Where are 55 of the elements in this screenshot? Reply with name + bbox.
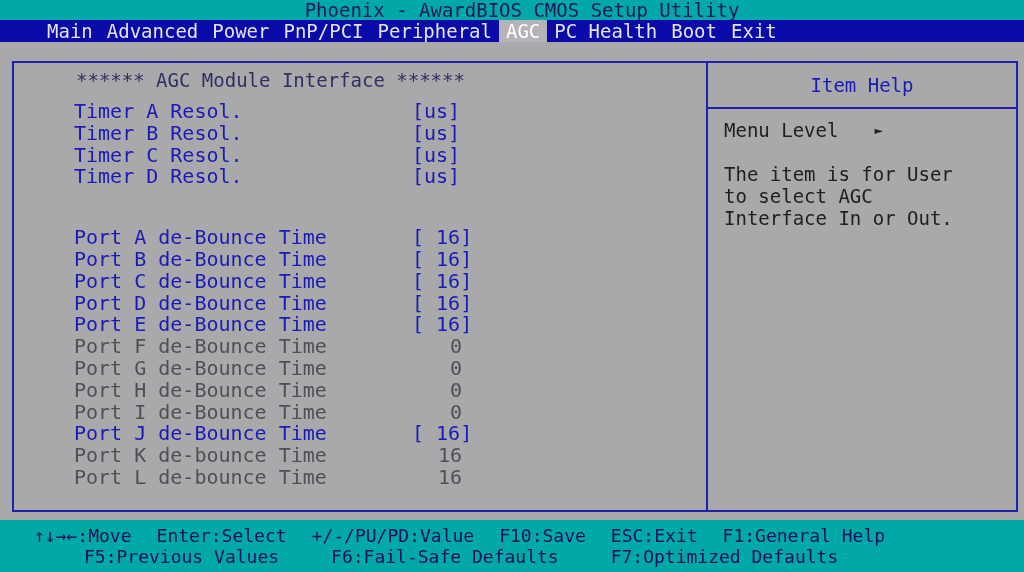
setting-value[interactable]: [us] bbox=[412, 101, 474, 123]
setting-label: Port K de-bounce Time bbox=[74, 445, 328, 467]
help-title: Item Help bbox=[810, 74, 914, 96]
menu-level-label: Menu Level bbox=[724, 119, 839, 141]
key-hint: F6:Fail-Safe Defaults bbox=[331, 546, 559, 567]
menu-level-marker: ► bbox=[874, 121, 883, 140]
menu-tab[interactable]: Boot bbox=[664, 20, 724, 42]
menu-tab[interactable]: PnP/PCI bbox=[276, 20, 371, 42]
setting-value[interactable]: [ 16] bbox=[412, 292, 474, 315]
key-hint: ↑↓→←:Move bbox=[34, 525, 132, 546]
setting-value: 0 bbox=[448, 357, 463, 380]
setting-label: Port H de-Bounce Time bbox=[74, 379, 328, 402]
setting-label[interactable]: Timer D Resol. bbox=[74, 166, 412, 189]
setting-value[interactable]: [ 16] bbox=[412, 227, 474, 249]
setting-value[interactable]: [ 16] bbox=[412, 314, 474, 337]
setting-label[interactable]: Port E de-Bounce Time bbox=[74, 314, 412, 337]
setting-value: 0 bbox=[448, 379, 463, 402]
setting-value[interactable]: [ 16] bbox=[412, 423, 474, 446]
menu-tab[interactable]: Main bbox=[40, 20, 100, 42]
setting-value[interactable]: [ 16] bbox=[412, 249, 474, 271]
setting-label: Port I de-Bounce Time bbox=[74, 401, 328, 424]
key-hint: F5:Previous Values bbox=[84, 546, 280, 567]
setting-value: 0 bbox=[448, 401, 463, 424]
setting-label[interactable]: Timer C Resol. bbox=[74, 144, 412, 167]
key-hint: Enter:Select bbox=[156, 525, 287, 546]
menu-tab[interactable]: PC Health bbox=[547, 20, 665, 42]
setting-label[interactable]: Timer A Resol. bbox=[74, 101, 412, 123]
setting-label: Port F de-Bounce Time bbox=[74, 336, 328, 358]
setting-label: Port L de-bounce Time bbox=[74, 466, 328, 489]
section-heading: ****** AGC Module Interface ****** bbox=[75, 69, 466, 91]
setting-value: 16 bbox=[436, 466, 463, 489]
menu-tab[interactable]: Power bbox=[205, 20, 277, 42]
key-hint: F1:General Help bbox=[722, 525, 886, 546]
setting-label[interactable]: Port J de-Bounce Time bbox=[74, 423, 412, 446]
menu-tab[interactable]: Advanced bbox=[99, 20, 206, 42]
key-hint: ESC:Exit bbox=[610, 525, 698, 546]
setting-value[interactable]: [us] bbox=[412, 144, 474, 167]
setting-label[interactable]: Port A de-Bounce Time bbox=[74, 227, 412, 249]
key-hint: F7:Optimized Defaults bbox=[610, 546, 839, 567]
setting-label[interactable]: Port D de-Bounce Time bbox=[74, 292, 412, 315]
help-text: The item is for User to select AGC Interface In or Out. bbox=[724, 163, 954, 229]
setting-label: Port G de-Bounce Time bbox=[74, 357, 328, 380]
setting-label[interactable]: Timer B Resol. bbox=[74, 122, 412, 145]
window-title: Phoenix - AwardBIOS CMOS Setup Utility bbox=[304, 0, 740, 21]
menu-tab[interactable]: Exit bbox=[724, 20, 784, 42]
menu-tab[interactable]: Peripheral bbox=[370, 20, 499, 42]
setting-value[interactable]: [us] bbox=[412, 122, 474, 145]
key-hint: +/-/PU/PD:Value bbox=[311, 525, 475, 546]
setting-label[interactable]: Port B de-Bounce Time bbox=[74, 249, 412, 271]
key-hint: F10:Save bbox=[499, 525, 586, 546]
setting-value[interactable]: [ 16] bbox=[412, 270, 474, 293]
setting-value: 0 bbox=[448, 336, 463, 358]
setting-label[interactable]: Port C de-Bounce Time bbox=[74, 270, 412, 293]
setting-value[interactable]: [us] bbox=[412, 166, 474, 189]
setting-value: 16 bbox=[436, 445, 463, 467]
